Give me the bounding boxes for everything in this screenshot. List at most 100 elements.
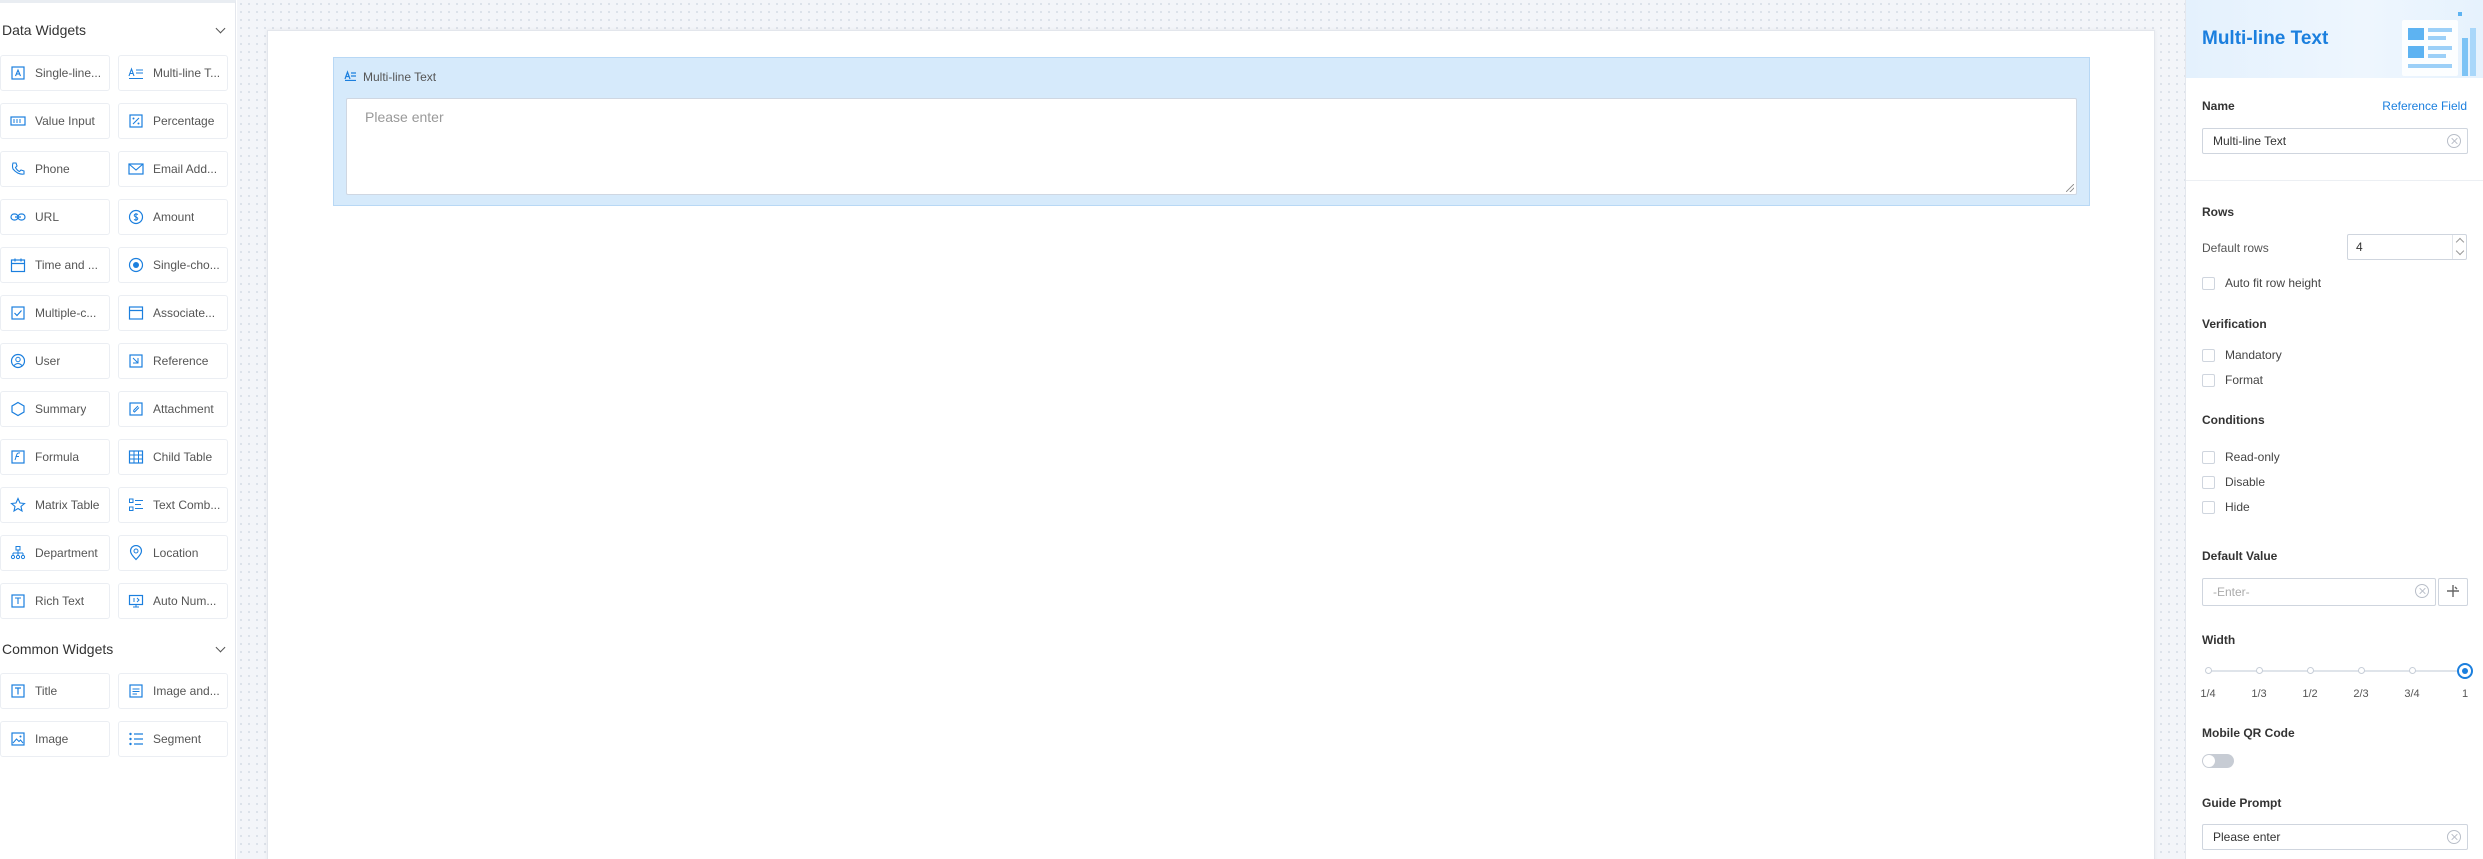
formula-button[interactable] — [2438, 578, 2468, 606]
properties-panel: Multi-line Text Name Reference Field Mul… — [2185, 0, 2483, 859]
common-widgets-group-header[interactable]: Common Widgets — [0, 635, 236, 663]
widget-label: Summary — [35, 402, 87, 416]
phone-icon — [9, 160, 27, 178]
multi-line-textarea[interactable]: Please enter — [346, 98, 2077, 195]
checkbox-icon[interactable] — [2202, 450, 2215, 464]
properties-title: Multi-line Text — [2202, 28, 2329, 49]
slider-stop[interactable] — [2205, 667, 2212, 674]
readonly-checkbox[interactable]: Read-only — [2202, 450, 2280, 464]
data-widgets-group-header[interactable]: Data Widgets — [0, 16, 236, 44]
widget-link[interactable]: URL — [0, 199, 110, 235]
checkbox-icon[interactable] — [2202, 276, 2215, 290]
widget-label: User — [35, 354, 61, 368]
auto-fit-row-height-checkbox[interactable]: Auto fit row height — [2202, 276, 2321, 290]
image-text-icon — [127, 682, 145, 700]
clear-icon[interactable] — [2447, 830, 2461, 844]
width-option-label[interactable]: 1/4 — [2193, 688, 2223, 700]
radio-icon — [127, 256, 145, 274]
widget-segment[interactable]: Segment — [118, 721, 228, 757]
associate-icon — [127, 304, 145, 322]
width-slider-track[interactable] — [2205, 667, 2464, 674]
widget-label: Child Table — [153, 450, 213, 464]
formula-icon — [9, 448, 27, 466]
width-option-label[interactable]: 1/3 — [2244, 688, 2274, 700]
matrix-icon — [9, 496, 27, 514]
widget-attachment[interactable]: Attachment — [118, 391, 228, 427]
widget-location[interactable]: Location — [118, 535, 228, 571]
widget-label: Department — [35, 546, 98, 560]
text-combination-icon — [127, 496, 145, 514]
widget-label: Formula — [35, 450, 80, 464]
link-icon — [9, 208, 27, 226]
chevron-down-icon[interactable] — [215, 642, 226, 652]
width-slider-thumb[interactable] — [2457, 663, 2473, 679]
width-option-label[interactable]: 3/4 — [2397, 688, 2427, 700]
widget-matrix[interactable]: Matrix Table — [0, 487, 110, 523]
table-icon — [127, 448, 145, 466]
widget-percentage[interactable]: Percentage — [118, 103, 228, 139]
widget-multi-line-text[interactable]: Multi-line T... — [118, 55, 228, 91]
width-option-label[interactable]: 2/3 — [2346, 688, 2376, 700]
widget-department[interactable]: Department — [0, 535, 110, 571]
checkbox-icon[interactable] — [2202, 500, 2215, 514]
widget-image-text[interactable]: Image and... — [118, 673, 228, 709]
format-checkbox[interactable]: Format — [2202, 373, 2263, 387]
widget-summary[interactable]: Summary — [0, 391, 110, 427]
name-field[interactable]: Multi-line Text — [2202, 128, 2468, 154]
rich-text-icon — [9, 592, 27, 610]
widget-rich-text[interactable]: Rich Text — [0, 583, 110, 619]
widget-calendar[interactable]: Time and ... — [0, 247, 110, 283]
checkbox-icon[interactable] — [2202, 373, 2215, 387]
mobile-qr-toggle[interactable] — [2202, 754, 2234, 768]
properties-header: Multi-line Text — [2186, 0, 2483, 78]
widget-single-line-text[interactable]: Single-line... — [0, 55, 110, 91]
widget-label: Multiple-c... — [35, 306, 97, 320]
disable-checkbox[interactable]: Disable — [2202, 475, 2265, 489]
widget-value-input[interactable]: Value Input — [0, 103, 110, 139]
slider-stop[interactable] — [2409, 667, 2416, 674]
widget-formula[interactable]: Formula — [0, 439, 110, 475]
formula-icon[interactable] — [2446, 584, 2460, 601]
widget-phone[interactable]: Phone — [0, 151, 110, 187]
widget-label: Attachment — [153, 402, 214, 416]
widget-user[interactable]: User — [0, 343, 110, 379]
resize-handle-icon[interactable] — [2066, 184, 2074, 192]
slider-stop[interactable] — [2307, 667, 2314, 674]
slider-stop[interactable] — [2256, 667, 2263, 674]
slider-stop[interactable] — [2358, 667, 2365, 674]
common-widgets-title: Common Widgets — [2, 641, 114, 657]
widget-auto-number[interactable]: Auto Num... — [118, 583, 228, 619]
checkbox-icon[interactable] — [2202, 475, 2215, 489]
widget-email[interactable]: Email Add... — [118, 151, 228, 187]
clear-icon[interactable] — [2415, 584, 2429, 598]
widget-amount[interactable]: Amount — [118, 199, 228, 235]
width-option-label[interactable]: 1 — [2450, 688, 2480, 700]
reference-field-link[interactable]: Reference Field — [2382, 99, 2467, 113]
widget-checkbox[interactable]: Multiple-c... — [0, 295, 110, 331]
widget-radio[interactable]: Single-cho... — [118, 247, 228, 283]
widget-reference[interactable]: Reference — [118, 343, 228, 379]
widget-text-combination[interactable]: Text Comb... — [118, 487, 228, 523]
default-rows-value: 4 — [2356, 240, 2363, 254]
widget-table[interactable]: Child Table — [118, 439, 228, 475]
widget-title[interactable]: Title — [0, 673, 110, 709]
verification-section-label: Verification — [2202, 317, 2267, 331]
default-rows-stepper[interactable]: 4 — [2347, 234, 2467, 260]
multi-line-text-field-block[interactable]: Multi-line Text Please enter — [333, 57, 2090, 206]
widget-image[interactable]: Image — [0, 721, 110, 757]
chevron-down-icon[interactable] — [215, 23, 226, 33]
guide-prompt-input[interactable]: Please enter — [2202, 824, 2468, 850]
email-icon — [127, 160, 145, 178]
stepper-arrows-icon[interactable] — [2452, 235, 2466, 259]
hide-checkbox[interactable]: Hide — [2202, 500, 2250, 514]
mandatory-checkbox[interactable]: Mandatory — [2202, 348, 2282, 362]
conditions-section-label: Conditions — [2202, 413, 2265, 427]
checkbox-icon[interactable] — [2202, 348, 2215, 362]
checkbox-icon — [9, 304, 27, 322]
width-option-label[interactable]: 1/2 — [2295, 688, 2325, 700]
widget-associate[interactable]: Associate... — [118, 295, 228, 331]
clear-icon[interactable] — [2447, 134, 2461, 148]
widget-library-panel: Data Widgets Single-line... Multi-line T.… — [0, 0, 236, 859]
default-value-input[interactable]: -Enter- — [2202, 578, 2436, 606]
user-icon — [9, 352, 27, 370]
